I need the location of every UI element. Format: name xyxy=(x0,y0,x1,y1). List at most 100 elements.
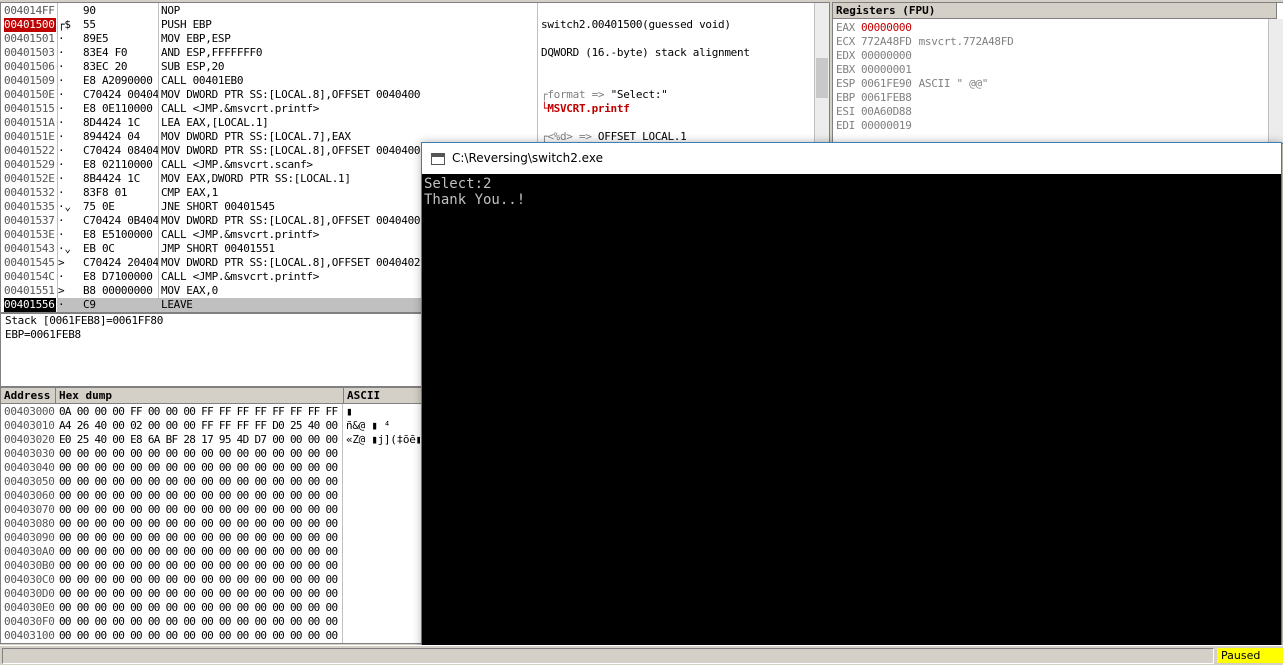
dump-hex-bytes[interactable]: 00 00 00 00 00 00 00 00 00 00 00 00 00 0… xyxy=(59,587,338,601)
dump-hex-bytes[interactable]: 00 00 00 00 00 00 00 00 00 00 00 00 00 0… xyxy=(59,545,338,559)
disasm-address[interactable]: 00401543 xyxy=(4,242,56,256)
disasm-row[interactable]: 00401509 · E8 A2090000 CALL 00401EB0 xyxy=(1,74,537,88)
register-value[interactable]: 0061FE90 xyxy=(861,77,912,90)
dump-row[interactable]: 00403090 00 00 00 00 00 00 00 00 00 00 00… xyxy=(1,531,421,545)
dump-address[interactable]: 00403100 xyxy=(4,629,56,643)
dump-row[interactable]: 004030B0 00 00 00 00 00 00 00 00 00 00 00… xyxy=(1,559,421,573)
dump-header-address[interactable]: Address xyxy=(1,388,56,404)
register-line[interactable]: ESI 00A60D88 xyxy=(836,105,912,119)
dump-ascii[interactable]: «Z@ ▮j](‡ōē▮ xyxy=(346,433,420,447)
disasm-row[interactable]: 00401515 · E8 0E110000 CALL <JMP.&msvcrt.pr… xyxy=(1,102,537,116)
disasm-address[interactable]: 0040151E xyxy=(4,130,56,144)
disasm-instruction[interactable]: CALL <JMP.&msvcrt.printf> xyxy=(161,270,421,284)
dump-address[interactable]: 004030E0 xyxy=(4,601,56,615)
disasm-instruction[interactable]: JNE SHORT 00401545 xyxy=(161,200,421,214)
disasm-instruction[interactable]: MOV DWORD PTR SS:[LOCAL.7],EAX xyxy=(161,130,421,144)
disasm-address[interactable]: 00401503 xyxy=(4,46,56,60)
disasm-instruction[interactable]: MOV DWORD PTR SS:[LOCAL.8],OFFSET 004040… xyxy=(161,144,421,158)
dump-row[interactable]: 004030F0 00 00 00 00 00 00 00 00 00 00 00… xyxy=(1,615,421,629)
register-line[interactable]: ECX 772A48FD msvcrt.772A48FD xyxy=(836,35,1014,49)
registers-scrollbar[interactable] xyxy=(1268,19,1283,143)
console-window[interactable]: C:\Reversing\switch2.exe Select:2 Thank … xyxy=(421,142,1282,656)
disasm-address[interactable]: 00401551 xyxy=(4,284,56,298)
dump-address[interactable]: 00403080 xyxy=(4,517,56,531)
register-line[interactable]: EAX 00000000 xyxy=(836,21,912,35)
dump-row[interactable]: 00403020 E0 25 40 00 E8 6A BF 28 17 95 4D… xyxy=(1,433,421,447)
dump-hex-bytes[interactable]: 00 00 00 00 00 00 00 00 00 00 00 00 00 0… xyxy=(59,503,338,517)
disasm-address[interactable]: 0040152E xyxy=(4,172,56,186)
disasm-address[interactable]: 00401522 xyxy=(4,144,56,158)
disasm-address[interactable]: 00401537 xyxy=(4,214,56,228)
disasm-instruction[interactable]: CALL <JMP.&msvcrt.printf> xyxy=(161,228,421,242)
dump-row[interactable]: 00403050 00 00 00 00 00 00 00 00 00 00 00… xyxy=(1,475,421,489)
console-titlebar[interactable]: C:\Reversing\switch2.exe xyxy=(422,143,1281,174)
disasm-row[interactable]: 0040150E · C70424 004040 MOV DWORD PTR SS:[… xyxy=(1,88,537,102)
disasm-instruction[interactable]: CALL <JMP.&msvcrt.scanf> xyxy=(161,158,421,172)
disasm-instruction[interactable]: MOV DWORD PTR SS:[LOCAL.8],OFFSET 004040… xyxy=(161,214,421,228)
dump-row[interactable]: 00403010 A4 26 40 00 02 00 00 00 FF FF FF… xyxy=(1,419,421,433)
disasm-address[interactable]: 0040153E xyxy=(4,228,56,242)
register-value[interactable]: 0061FEB8 xyxy=(861,91,912,104)
disasm-address[interactable]: 00401501 xyxy=(4,32,56,46)
dump-row[interactable]: 00403040 00 00 00 00 00 00 00 00 00 00 00… xyxy=(1,461,421,475)
disasm-instruction[interactable]: MOV EBP,ESP xyxy=(161,32,421,46)
disasm-address[interactable]: 00401535 xyxy=(4,200,56,214)
disasm-address[interactable]: 00401515 xyxy=(4,102,56,116)
dump-row[interactable]: 00403060 00 00 00 00 00 00 00 00 00 00 00… xyxy=(1,489,421,503)
disasm-address[interactable]: 00401500 xyxy=(4,18,56,32)
dump-hex-bytes[interactable]: 00 00 00 00 00 00 00 00 00 00 00 00 00 0… xyxy=(59,489,338,503)
dump-hex-bytes[interactable]: E0 25 40 00 E8 6A BF 28 17 95 4D D7 00 0… xyxy=(59,433,338,447)
dump-address[interactable]: 004030C0 xyxy=(4,573,56,587)
registers-header[interactable]: Registers (FPU) xyxy=(833,3,1277,19)
registers-pane[interactable]: Registers (FPU) EAX 00000000 ECX 772A48FD ms… xyxy=(832,2,1283,144)
register-line[interactable]: EBX 00000001 xyxy=(836,63,912,77)
dump-hex-bytes[interactable]: 00 00 00 00 00 00 00 00 00 00 00 00 00 0… xyxy=(59,447,338,461)
dump-hex-bytes[interactable]: 0A 00 00 00 FF 00 00 00 FF FF FF FF FF F… xyxy=(59,405,338,419)
dump-address[interactable]: 00403060 xyxy=(4,489,56,503)
disasm-row[interactable]: 00401506 · 83EC 20 SUB ESP,20 xyxy=(1,60,537,74)
disasm-address[interactable]: 00401506 xyxy=(4,60,56,74)
dump-row[interactable]: 004030E0 00 00 00 00 00 00 00 00 00 00 00… xyxy=(1,601,421,615)
disasm-address[interactable]: 00401509 xyxy=(4,74,56,88)
dump-row[interactable]: 004030C0 00 00 00 00 00 00 00 00 00 00 00… xyxy=(1,573,421,587)
disasm-address[interactable]: 0040151A xyxy=(4,116,56,130)
dump-pane[interactable]: Address Hex dump ASCII 00403000 0A 00 00 … xyxy=(0,387,423,644)
dump-hex-bytes[interactable]: 00 00 00 00 00 00 00 00 00 00 00 00 00 0… xyxy=(59,573,338,587)
disasm-row[interactable]: 00401501 · 89E5 MOV EBP,ESP xyxy=(1,32,537,46)
register-value[interactable]: 00000000 xyxy=(861,49,912,62)
disasm-instruction[interactable]: CMP EAX,1 xyxy=(161,186,421,200)
dump-address[interactable]: 004030D0 xyxy=(4,587,56,601)
dump-row[interactable]: 00403080 00 00 00 00 00 00 00 00 00 00 00… xyxy=(1,517,421,531)
disasm-instruction[interactable]: MOV EAX,0 xyxy=(161,284,421,298)
disasm-row[interactable]: 00401503 · 83E4 F0 AND ESP,FFFFFFF0 xyxy=(1,46,537,60)
disasm-row[interactable]: 00401500 ┌$ 55 PUSH EBP xyxy=(1,18,537,32)
dump-row[interactable]: 004030D0 00 00 00 00 00 00 00 00 00 00 00… xyxy=(1,587,421,601)
dump-hex-bytes[interactable]: 00 00 00 00 00 00 00 00 00 00 00 00 00 0… xyxy=(59,629,338,643)
dump-hex-bytes[interactable]: 00 00 00 00 00 00 00 00 00 00 00 00 00 0… xyxy=(59,461,338,475)
disasm-address[interactable]: 00401532 xyxy=(4,186,56,200)
dump-address[interactable]: 00403020 xyxy=(4,433,56,447)
dump-hex-bytes[interactable]: 00 00 00 00 00 00 00 00 00 00 00 00 00 0… xyxy=(59,601,338,615)
dump-address[interactable]: 00403040 xyxy=(4,461,56,475)
dump-ascii[interactable]: ▮ xyxy=(346,405,420,419)
dump-address[interactable]: 004030F0 xyxy=(4,615,56,629)
disasm-instruction[interactable]: MOV DWORD PTR SS:[LOCAL.8],OFFSET 004040… xyxy=(161,256,421,270)
disasm-instruction[interactable]: CALL <JMP.&msvcrt.printf> xyxy=(161,102,421,116)
register-value[interactable]: 00000019 xyxy=(861,119,912,132)
dump-address[interactable]: 004030B0 xyxy=(4,559,56,573)
disasm-instruction[interactable]: LEA EAX,[LOCAL.1] xyxy=(161,116,421,130)
disasm-instruction[interactable]: NOP xyxy=(161,4,421,18)
dump-hex-bytes[interactable]: 00 00 00 00 00 00 00 00 00 00 00 00 00 0… xyxy=(59,517,338,531)
dump-row[interactable]: 00403030 00 00 00 00 00 00 00 00 00 00 00… xyxy=(1,447,421,461)
disasm-instruction[interactable]: MOV EAX,DWORD PTR SS:[LOCAL.1] xyxy=(161,172,421,186)
dump-row[interactable]: 00403100 00 00 00 00 00 00 00 00 00 00 00… xyxy=(1,629,421,643)
dump-row[interactable]: 00403070 00 00 00 00 00 00 00 00 00 00 00… xyxy=(1,503,421,517)
disasm-row[interactable]: 004014FF 90 NOP xyxy=(1,4,537,18)
dump-address[interactable]: 00403000 xyxy=(4,405,56,419)
dump-row[interactable]: 004030A0 00 00 00 00 00 00 00 00 00 00 00… xyxy=(1,545,421,559)
register-value[interactable]: 772A48FD xyxy=(861,35,912,48)
disasm-address[interactable]: 0040150E xyxy=(4,88,56,102)
disasm-instruction[interactable]: JMP SHORT 00401551 xyxy=(161,242,421,256)
dump-hex-bytes[interactable]: 00 00 00 00 00 00 00 00 00 00 00 00 00 0… xyxy=(59,615,338,629)
disasm-instruction[interactable]: AND ESP,FFFFFFF0 xyxy=(161,46,421,60)
